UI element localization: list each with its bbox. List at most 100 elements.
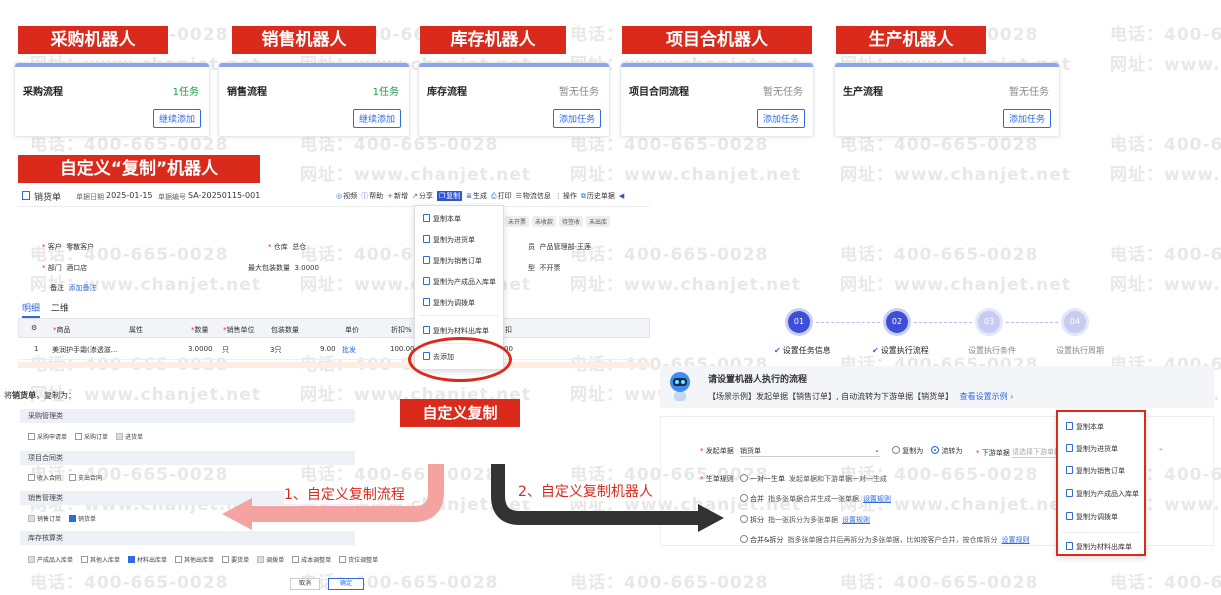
toolbar-share[interactable]: ↗分享 <box>412 192 433 200</box>
checkbox[interactable] <box>69 474 77 481</box>
toolbar-help[interactable]: ⓘ帮助 <box>361 192 383 200</box>
confirm-button[interactable]: 确定 <box>328 578 364 590</box>
gen-rule-option[interactable]: 合并 指多张单据合并生成一张单据 设置规则 <box>740 494 891 504</box>
checkbox[interactable] <box>28 474 35 481</box>
copy-menu-item[interactable]: 复制为材料出库单 <box>423 326 489 336</box>
settings-icon[interactable]: ⚙ <box>31 324 37 332</box>
set-rule-link[interactable]: 设置规则 <box>863 495 891 503</box>
row-price[interactable]: 9.00 <box>320 345 336 353</box>
warehouse-value[interactable]: 总仓 <box>292 243 306 251</box>
checkbox[interactable] <box>222 556 230 563</box>
tab-detail[interactable]: 明细 <box>22 304 41 318</box>
start-doc-select[interactable]: 销货单 ⌄ <box>739 446 880 457</box>
rule-radio[interactable] <box>740 535 748 543</box>
flow-as-radio[interactable] <box>931 446 940 454</box>
copy-option[interactable]: 采购订单 <box>75 433 108 441</box>
rule-radio[interactable] <box>740 494 748 502</box>
card-add-button[interactable]: 添加任务 <box>756 109 805 128</box>
cancel-button[interactable]: 取消 <box>290 578 320 590</box>
checkbox[interactable] <box>128 556 136 563</box>
toolbar-logistics[interactable]: ☰物流信息 <box>516 192 551 200</box>
copy-option[interactable]: 其他入库单 <box>81 556 120 564</box>
rule-radio[interactable] <box>740 474 748 482</box>
downstream-option[interactable]: 复制本单 <box>1066 422 1104 432</box>
checkbox[interactable] <box>28 556 35 563</box>
checkbox[interactable] <box>257 556 265 563</box>
downstream-option[interactable]: 复制为销售订单 <box>1066 466 1125 476</box>
table-row[interactable]: 1 美润护手霜(渗透滋... 3.0000 只 3只 9.00 批发 100.0… <box>18 338 650 360</box>
status-badge: 未收款 <box>532 216 557 227</box>
set-rule-link[interactable]: 设置规则 <box>842 516 870 524</box>
robot-card[interactable]: 采购流程 1任务 继续添加 <box>14 62 210 137</box>
add-remark-link[interactable]: 添加备注 <box>68 284 96 292</box>
copy-option[interactable]: 收入合同 <box>28 474 61 482</box>
gen-rule-option[interactable]: 合并&拆分 指多张单据合并后再拆分为多张单据，比如按客户合并，按仓库拆分 设置规则 <box>740 535 1029 545</box>
rule-radio[interactable] <box>740 515 748 523</box>
card-add-button[interactable]: 继续添加 <box>152 109 201 128</box>
copy-menu-item[interactable]: 复制本单 <box>423 214 461 224</box>
copy-option[interactable]: 支出合同 <box>69 474 102 482</box>
row-price-tag[interactable]: 批发 <box>342 345 356 355</box>
tab-2d[interactable]: 二维 <box>51 304 69 314</box>
card-add-button[interactable]: 添加任务 <box>1002 109 1051 128</box>
copy-option[interactable]: 成本调整单 <box>292 556 331 564</box>
copy-option[interactable]: 货位调整单 <box>339 556 378 564</box>
copy-option[interactable]: 要货单 <box>222 556 249 564</box>
example-link[interactable]: 查看设置示例 › <box>960 392 1014 401</box>
checkbox[interactable] <box>28 433 35 440</box>
gen-rule-option[interactable]: 拆分 指一张拆分为多张单据 设置规则 <box>740 515 870 525</box>
toolbar-print[interactable]: ⎙打印 <box>491 192 512 200</box>
collapse-icon[interactable]: ◀ <box>619 192 624 200</box>
toolbar-history[interactable]: ⧉历史单据 <box>581 192 615 200</box>
customer-value[interactable]: 零散客户 <box>66 243 94 251</box>
dept-value[interactable]: 酒口店 <box>66 264 87 272</box>
copy-as-radio[interactable] <box>892 446 901 454</box>
checkbox[interactable] <box>28 515 35 522</box>
copy-menu-item[interactable]: 复制为调拨单 <box>423 298 475 308</box>
toolbar-plus[interactable]: +新增 <box>387 192 408 200</box>
downstream-option[interactable]: 复制为产成品入库单 <box>1066 489 1139 499</box>
downstream-option[interactable]: 复制为调拨单 <box>1066 512 1118 522</box>
robot-card[interactable]: 库存流程 暂无任务 添加任务 <box>418 62 610 137</box>
toolbar-copy[interactable]: ❐复制 <box>436 191 463 201</box>
card-add-button[interactable]: 继续添加 <box>352 109 401 128</box>
checkbox[interactable] <box>339 556 347 563</box>
downstream-option[interactable]: 复制为材料出库单 <box>1066 542 1132 552</box>
copy-menu-item[interactable]: 复制为销售订单 <box>423 256 482 266</box>
checkbox[interactable] <box>292 556 300 563</box>
row-qty[interactable]: 3.0000 <box>188 345 213 353</box>
toolbar-operate[interactable]: ⋮操作 <box>555 192 577 200</box>
copy-option[interactable]: 材料出库单 <box>128 556 167 564</box>
checkbox[interactable] <box>75 433 83 440</box>
row-unit[interactable]: 只 <box>222 345 229 355</box>
chevron-down-icon: ⌄ <box>874 446 880 454</box>
copy-group-title: 采购管理类 <box>20 409 355 423</box>
card-add-button[interactable]: 添加任务 <box>552 109 601 128</box>
copy-option[interactable]: 调拨单 <box>257 556 284 564</box>
robot-card[interactable]: 生产流程 暂无任务 添加任务 <box>834 62 1060 137</box>
salesman-value[interactable]: 产品管理部-王莲 <box>539 243 591 251</box>
checkbox[interactable] <box>116 433 124 440</box>
copy-option[interactable]: 采购申请单 <box>28 433 67 441</box>
downstream-select[interactable]: 请选择下游单据 <box>1011 447 1058 458</box>
robot-card[interactable]: 销售流程 1任务 继续添加 <box>218 62 410 137</box>
robot-card[interactable]: 项目合同流程 暂无任务 添加任务 <box>620 62 814 137</box>
checkbox[interactable] <box>81 556 89 563</box>
toolbar-video[interactable]: ◎视频 <box>336 192 357 200</box>
copy-menu-item[interactable]: 复制为产成品入库单 <box>423 277 496 287</box>
downstream-row: * 下游单据 请选择下游单据 <box>976 447 1058 458</box>
copy-option[interactable]: 产成品入库单 <box>28 556 73 564</box>
toolbar-generate[interactable]: ≣生成 <box>466 192 487 200</box>
row-product[interactable]: 美润护手霜(渗透滋... <box>52 345 117 355</box>
copy-option[interactable]: 其他出库单 <box>175 556 214 564</box>
copy-option[interactable]: 销售订单 <box>28 515 61 523</box>
checkbox[interactable] <box>175 556 183 563</box>
copy-menu-item[interactable]: 复制为进货单 <box>423 235 475 245</box>
copy-option[interactable]: 销货单 <box>69 515 96 523</box>
checkbox[interactable] <box>69 515 77 522</box>
set-rule-link[interactable]: 设置规则 <box>1001 536 1029 544</box>
gen-rule-option[interactable]: 一对一生单 发起单据和下游单据一对一生成 <box>740 474 887 484</box>
copy-option[interactable]: 进货单 <box>116 433 143 441</box>
invoice-value[interactable]: 不开票 <box>539 264 560 272</box>
downstream-option[interactable]: 复制为进货单 <box>1066 444 1118 454</box>
